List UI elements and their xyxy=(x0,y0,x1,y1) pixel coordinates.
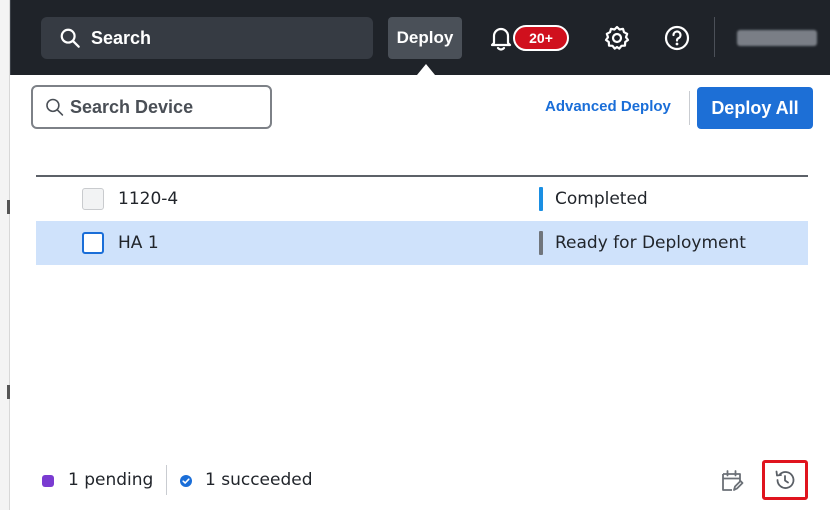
device-name: HA 1 xyxy=(118,233,159,253)
deploy-all-button[interactable]: Deploy All xyxy=(697,87,813,129)
search-icon xyxy=(60,28,80,48)
gear-icon[interactable] xyxy=(603,24,631,52)
device-status: Ready for Deployment xyxy=(555,233,746,253)
device-row-checkbox[interactable] xyxy=(82,232,104,254)
succeeded-count: 1 succeeded xyxy=(205,470,313,490)
background-page-edge xyxy=(0,0,10,510)
history-icon xyxy=(775,470,795,489)
schedule-calendar-icon[interactable] xyxy=(719,468,745,494)
device-status: Completed xyxy=(555,189,648,209)
topbar-divider xyxy=(714,17,715,57)
device-search-input[interactable] xyxy=(70,96,270,118)
deploy-panel-footer: 1 pending 1 succeeded xyxy=(10,455,830,510)
search-icon xyxy=(46,98,64,116)
deploy-panel: Advanced Deploy Deploy All 1120-4 Comple… xyxy=(10,75,830,510)
deploy-popover-caret xyxy=(417,64,435,75)
help-icon[interactable] xyxy=(663,24,691,52)
deployment-history-button[interactable] xyxy=(762,460,808,500)
header-action-divider xyxy=(689,91,690,125)
deploy-menu-button[interactable]: Deploy xyxy=(388,17,462,59)
status-indicator-bar xyxy=(539,231,543,255)
advanced-deploy-link[interactable]: Advanced Deploy xyxy=(545,98,671,115)
succeeded-check-icon xyxy=(180,475,192,487)
device-search-box[interactable] xyxy=(31,85,272,129)
global-search-button[interactable]: Search xyxy=(41,17,373,59)
bell-icon[interactable] xyxy=(487,24,515,52)
app-root: Search Deploy 20+ Search Device Advanced… xyxy=(0,0,830,510)
device-row[interactable]: 1120-4 Completed xyxy=(36,177,808,221)
device-row-checkbox[interactable] xyxy=(82,188,104,210)
device-row-selected[interactable]: HA 1 Ready for Deployment xyxy=(36,221,808,265)
notification-count-badge[interactable]: 20+ xyxy=(513,25,569,51)
pending-count: 1 pending xyxy=(68,470,154,490)
user-menu-redacted[interactable] xyxy=(737,30,817,46)
device-name: 1120-4 xyxy=(118,189,179,209)
footer-divider xyxy=(166,465,167,495)
top-nav-bar: Search Deploy 20+ xyxy=(10,0,830,75)
status-indicator-bar xyxy=(539,187,543,211)
global-search-label: Search xyxy=(91,27,152,48)
pending-status-icon xyxy=(42,475,54,487)
